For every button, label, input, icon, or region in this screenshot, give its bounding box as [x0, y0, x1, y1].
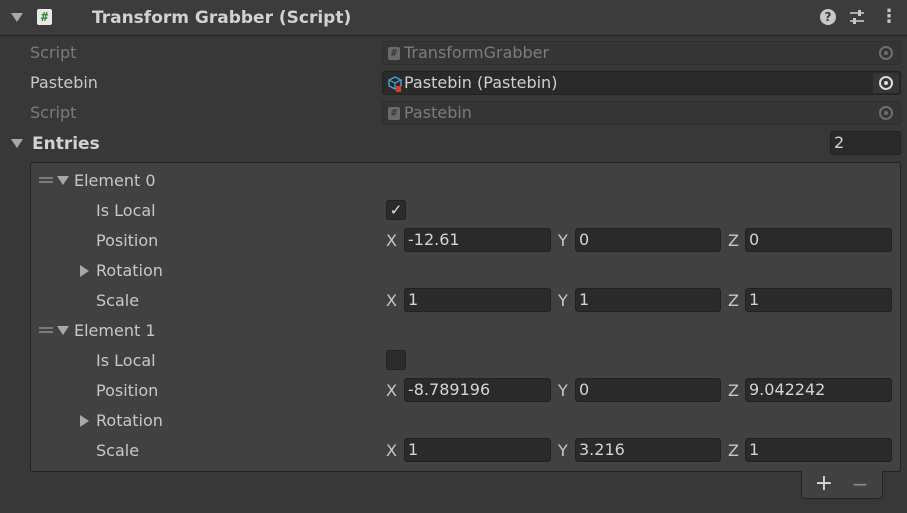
x-axis-label: X: [386, 441, 397, 460]
csharp-script-icon: #: [388, 47, 400, 60]
script2-label: Script: [30, 103, 77, 122]
remove-element-button[interactable]: −: [848, 471, 872, 497]
element-1-scale-y[interactable]: 3.216: [575, 438, 721, 462]
element-0-scale-x[interactable]: 1: [404, 288, 551, 312]
presets-sliders-icon[interactable]: [848, 8, 866, 26]
element-0-rotation-foldout-icon[interactable]: [80, 265, 89, 277]
z-axis-label: Z: [728, 381, 739, 400]
element-1-position-z[interactable]: 9.042242: [745, 378, 892, 402]
component-title: Transform Grabber (Script): [92, 8, 352, 28]
element-1-position-y[interactable]: 0: [575, 378, 721, 402]
component-header: # Transform Grabber (Script) ? ⋮: [0, 0, 907, 36]
element-0-scale-y[interactable]: 1: [575, 288, 721, 312]
x-axis-label: X: [386, 291, 397, 310]
y-axis-label: Y: [558, 441, 568, 460]
entries-foldout-icon[interactable]: [11, 139, 23, 148]
element-0-position-z[interactable]: 0: [745, 228, 892, 252]
x-axis-label: X: [386, 231, 397, 250]
element-1-position-x[interactable]: -8.789196: [404, 378, 551, 402]
foldout-triangle-icon[interactable]: [11, 13, 23, 22]
drag-handle-icon[interactable]: [39, 177, 53, 183]
y-axis-label: Y: [558, 381, 568, 400]
entries-label[interactable]: Entries: [32, 133, 100, 155]
element-1-scale-x[interactable]: 1: [404, 438, 551, 462]
element-0-foldout-icon[interactable]: [57, 176, 69, 185]
script-label: Script: [30, 43, 77, 62]
pastebin-object-field[interactable]: Pastebin (Pastebin): [382, 71, 901, 95]
element-0-rotation-label[interactable]: Rotation: [96, 261, 163, 281]
element-0-is-local-checkbox[interactable]: ✓: [386, 200, 406, 220]
element-0-scale-label: Scale: [96, 291, 140, 310]
element-0-position-label: Position: [96, 231, 159, 250]
element-0-position-y[interactable]: 0: [575, 228, 721, 252]
csharp-script-icon: #: [37, 9, 52, 25]
z-axis-label: Z: [728, 441, 739, 460]
element-1-foldout-icon[interactable]: [57, 326, 69, 335]
drag-handle-icon[interactable]: [39, 327, 53, 333]
prefab-cube-icon: [387, 75, 403, 97]
help-icon[interactable]: ?: [820, 9, 836, 25]
element-1-rotation-label[interactable]: Rotation: [96, 411, 163, 431]
add-element-button[interactable]: +: [812, 471, 836, 497]
element-1-label[interactable]: Element 1: [74, 321, 156, 341]
element-1-is-local-label: Is Local: [96, 351, 156, 370]
script2-object-field: # Pastebin: [382, 101, 901, 125]
element-0-position-x[interactable]: -12.61: [404, 228, 551, 252]
element-1-scale-z[interactable]: 1: [745, 438, 892, 462]
csharp-script-icon: #: [388, 107, 400, 120]
more-vertical-icon[interactable]: ⋮: [880, 7, 898, 27]
element-1-rotation-foldout-icon[interactable]: [80, 415, 89, 427]
script-value: TransformGrabber: [404, 43, 550, 62]
y-axis-label: Y: [558, 291, 568, 310]
x-axis-label: X: [386, 381, 397, 400]
element-1-scale-label: Scale: [96, 441, 140, 460]
element-0-label[interactable]: Element 0: [74, 171, 156, 191]
object-picker-icon: [873, 43, 899, 63]
element-0-is-local-label: Is Local: [96, 201, 156, 220]
element-1-position-label: Position: [96, 381, 159, 400]
object-picker-icon: [873, 103, 899, 123]
entries-count-field[interactable]: 2: [830, 131, 901, 155]
y-axis-label: Y: [558, 231, 568, 250]
z-axis-label: Z: [728, 291, 739, 310]
element-1-is-local-checkbox[interactable]: [386, 350, 406, 370]
z-axis-label: Z: [728, 231, 739, 250]
pastebin-label: Pastebin: [30, 73, 98, 92]
object-picker-icon[interactable]: [873, 73, 899, 93]
script2-value: Pastebin: [404, 103, 472, 122]
element-0-scale-z[interactable]: 1: [745, 288, 892, 312]
enabled-checkbox[interactable]: [60, 8, 78, 26]
pastebin-value: Pastebin (Pastebin): [404, 73, 558, 92]
script-object-field: # TransformGrabber: [382, 41, 901, 65]
